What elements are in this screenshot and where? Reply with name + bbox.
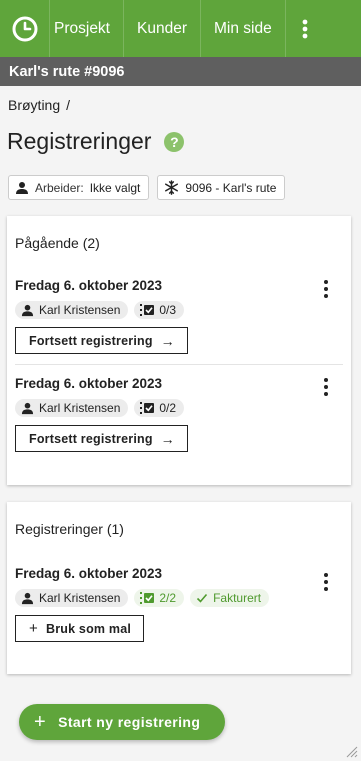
progress-badge: 0/2 xyxy=(134,399,185,417)
worker-filter-chip[interactable]: Arbeider: Ikke valgt xyxy=(8,175,150,200)
breadcrumb-separator: / xyxy=(66,97,71,113)
plus-icon: + xyxy=(29,620,38,637)
list-item: Fredag 6. oktober 2023 Karl Kristensen 0… xyxy=(15,376,351,452)
progress-count: 0/2 xyxy=(159,401,177,415)
top-nav-bar: Prosjekt Kunder Min side xyxy=(0,0,361,57)
continue-registration-label: Fortsett registrering xyxy=(29,431,153,446)
registrations-header: Registreringer (1) xyxy=(15,521,124,537)
worker-filter-value: Ikke valgt xyxy=(89,180,141,195)
status-label: Fakturert xyxy=(213,591,262,605)
nav-item-prosjekt[interactable]: Prosjekt xyxy=(50,0,124,57)
person-name: Karl Kristensen xyxy=(39,591,121,605)
resize-handle-icon[interactable] xyxy=(344,744,358,758)
filter-chips: Arbeider: Ikke valgt 9096 - Karl's rute xyxy=(8,175,286,200)
progress-count: 2/2 xyxy=(159,591,177,605)
continue-registration-label: Fortsett registrering xyxy=(29,333,153,348)
entry-date: Fredag 6. oktober 2023 xyxy=(15,376,163,391)
entry-menu-button[interactable] xyxy=(324,280,328,298)
more-vertical-icon xyxy=(302,19,308,38)
person-name: Karl Kristensen xyxy=(39,303,121,317)
person-icon xyxy=(21,304,34,316)
ongoing-header: Pågående (2) xyxy=(15,235,100,251)
nav-item-min-side[interactable]: Min side xyxy=(201,0,286,57)
list-item: Fredag 6. oktober 2023 Karl Kristensen 0… xyxy=(15,278,351,354)
title-row: Registreringer ? xyxy=(7,128,185,155)
snowflake-icon xyxy=(165,180,179,195)
registrations-card: Registreringer (1) Fredag 6. oktober 202… xyxy=(7,502,351,674)
use-as-template-button[interactable]: + Bruk som mal xyxy=(15,615,145,642)
checklist-icon xyxy=(140,304,155,316)
arrow-right-icon: → xyxy=(160,332,175,349)
person-badge: Karl Kristensen xyxy=(15,399,129,417)
progress-badge: 2/2 xyxy=(134,589,185,607)
home-logo-button[interactable] xyxy=(0,0,50,57)
route-title-bar: Karl's rute #9096 xyxy=(0,57,361,86)
divider xyxy=(15,364,343,365)
nav-item-kunder[interactable]: Kunder xyxy=(124,0,201,57)
worker-filter-label: Arbeider: xyxy=(35,180,84,195)
entry-date: Fredag 6. oktober 2023 xyxy=(15,278,163,293)
start-new-registration-button[interactable]: + Start ny registrering xyxy=(19,704,225,740)
person-badge: Karl Kristensen xyxy=(15,301,129,319)
entry-menu-button[interactable] xyxy=(324,378,328,396)
person-badge: Karl Kristensen xyxy=(15,589,129,607)
entry-date: Fredag 6. oktober 2023 xyxy=(15,566,163,581)
check-icon xyxy=(196,593,208,603)
person-name: Karl Kristensen xyxy=(39,401,121,415)
progress-count: 0/3 xyxy=(159,303,177,317)
person-icon xyxy=(21,402,34,414)
route-title: Karl's rute #9096 xyxy=(9,63,125,80)
list-item: Fredag 6. oktober 2023 Karl Kristensen 2… xyxy=(15,566,351,642)
continue-registration-button[interactable]: Fortsett registrering → xyxy=(15,425,188,452)
help-icon[interactable]: ? xyxy=(164,131,185,152)
route-filter-chip[interactable]: 9096 - Karl's rute xyxy=(157,175,286,200)
checklist-icon xyxy=(140,592,155,604)
arrow-right-icon: → xyxy=(160,430,175,447)
route-filter-value: 9096 - Karl's rute xyxy=(185,180,277,195)
breadcrumb: Brøyting / xyxy=(8,97,70,113)
breadcrumb-item[interactable]: Brøyting xyxy=(8,97,60,113)
ongoing-card: Pågående (2) Fredag 6. oktober 2023 Karl… xyxy=(7,216,351,485)
start-new-registration-label: Start ny registrering xyxy=(58,714,201,730)
use-as-template-label: Bruk som mal xyxy=(45,621,132,636)
checklist-icon xyxy=(140,402,155,414)
person-icon xyxy=(16,181,28,194)
continue-registration-button[interactable]: Fortsett registrering → xyxy=(15,327,188,354)
entry-menu-button[interactable] xyxy=(324,573,328,591)
progress-badge: 0/3 xyxy=(134,301,185,319)
page-title: Registreringer xyxy=(7,128,152,154)
more-menu-button[interactable] xyxy=(286,0,324,57)
clock-icon xyxy=(12,16,37,41)
plus-icon: + xyxy=(34,710,47,733)
status-badge: Fakturert xyxy=(190,589,270,607)
person-icon xyxy=(21,592,34,604)
